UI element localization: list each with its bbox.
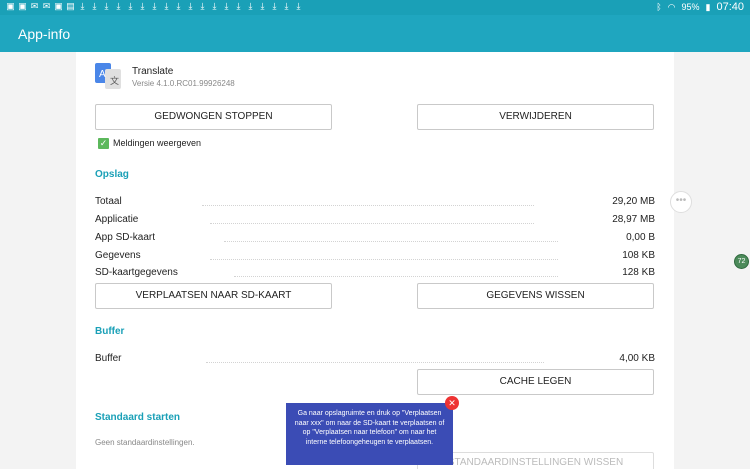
download-icon: ⤓ xyxy=(296,1,301,11)
no-defaults-text: Geen standaardinstellingen. xyxy=(95,438,195,447)
system-status: ᛒ ◠ 95% ▮ 07:40 xyxy=(656,1,744,13)
clock: 07:40 xyxy=(716,1,744,13)
storage-total-label: Totaal xyxy=(95,196,122,207)
mail-icon: ✉ xyxy=(30,1,39,11)
wifi-icon: ◠ xyxy=(667,1,676,12)
notification-icons: ▣ ▣ ✉ ✉ ▣ ▤ ⤓ ⤓ ⤓ ⤓ ⤓ ⤓ ⤓ ⤓ ⤓ ⤓ ⤓ ⤓ ⤓ ⤓ … xyxy=(6,2,303,11)
download-icon: ⤓ xyxy=(80,1,85,11)
download-icon: ⤓ xyxy=(212,1,217,11)
battery-icon: ▮ xyxy=(705,1,711,12)
row-leader xyxy=(202,205,534,206)
storage-total-value: 29,20 MB xyxy=(612,196,655,207)
download-icon: ⤓ xyxy=(152,1,157,11)
storage-sd-data-value: 128 KB xyxy=(622,267,655,278)
force-stop-button[interactable]: GEDWONGEN STOPPEN xyxy=(95,104,332,130)
message-icon: ▤ xyxy=(66,1,75,11)
download-icon: ⤓ xyxy=(284,1,289,11)
status-bar: ▣ ▣ ✉ ✉ ▣ ▤ ⤓ ⤓ ⤓ ⤓ ⤓ ⤓ ⤓ ⤓ ⤓ ⤓ ⤓ ⤓ ⤓ ⤓ … xyxy=(0,0,750,15)
storage-data-label: Gegevens xyxy=(95,250,141,261)
download-icon: ⤓ xyxy=(164,1,169,11)
download-icon: ⤓ xyxy=(116,1,121,11)
battery-level: 95% xyxy=(681,2,700,12)
storage-app-sd-value: 0,00 B xyxy=(626,232,655,243)
row-leader xyxy=(234,276,558,277)
download-icon: ⤓ xyxy=(104,1,109,11)
clear-cache-button[interactable]: CACHE LEGEN xyxy=(417,369,654,395)
translate-app-icon: A 文 xyxy=(95,63,121,89)
storage-app-sd-label: App SD-kaart xyxy=(95,232,156,243)
storage-sd-data-label: SD-kaartgegevens xyxy=(95,267,178,278)
storage-section-title: Opslag xyxy=(95,169,129,180)
uninstall-button[interactable]: VERWIJDEREN xyxy=(417,104,654,130)
row-leader xyxy=(210,223,534,224)
page-title: App-info xyxy=(18,26,71,42)
download-icon: ⤓ xyxy=(248,1,253,11)
clear-data-button[interactable]: GEGEVENS WISSEN xyxy=(417,283,654,309)
cache-section-title: Buffer xyxy=(95,326,125,337)
help-tooltip: Ga naar opslagruimte en druk op "Verplaa… xyxy=(286,403,453,465)
download-icon: ⤓ xyxy=(140,1,145,11)
cache-label: Buffer xyxy=(95,353,122,364)
download-icon: ⤓ xyxy=(200,1,205,11)
gallery-icon: ▣ xyxy=(6,1,15,11)
notifications-checkbox[interactable]: ✓ xyxy=(98,138,109,149)
row-leader xyxy=(224,241,558,242)
download-icon: ⤓ xyxy=(236,1,241,11)
mail-icon: ✉ xyxy=(42,1,51,11)
image-icon: ▣ xyxy=(18,1,27,11)
tooltip-text: Ga naar opslagruimte en druk op "Verplaa… xyxy=(294,410,445,446)
storage-app-value: 28,97 MB xyxy=(612,214,655,225)
app-bar: App-info xyxy=(0,15,750,52)
svg-text:文: 文 xyxy=(110,75,119,86)
bluetooth-icon: ᛒ xyxy=(656,2,662,12)
download-icon: ⤓ xyxy=(272,1,277,11)
download-icon: ⤓ xyxy=(92,1,97,11)
move-to-sd-button[interactable]: VERPLAATSEN NAAR SD-KAART xyxy=(95,283,332,309)
row-leader xyxy=(210,259,558,260)
app-name: Translate xyxy=(132,66,174,77)
download-icon: ⤓ xyxy=(128,1,133,11)
notifications-label: Meldingen weergeven xyxy=(113,138,202,148)
svg-text:A: A xyxy=(99,69,106,80)
storage-app-label: Applicatie xyxy=(95,214,139,225)
app-version: Versie 4.1.0.RC01.99926248 xyxy=(132,79,235,88)
download-icon: ⤓ xyxy=(188,1,193,11)
download-icon: ⤓ xyxy=(176,1,181,11)
defaults-section-title: Standaard starten xyxy=(95,412,181,423)
download-icon: ⤓ xyxy=(224,1,229,11)
more-icon[interactable]: ••• xyxy=(670,191,692,213)
image-icon: ▣ xyxy=(54,1,63,11)
storage-data-value: 108 KB xyxy=(622,250,655,261)
side-badge[interactable]: 72 xyxy=(734,254,749,269)
close-icon[interactable]: ✕ xyxy=(445,396,459,410)
download-icon: ⤓ xyxy=(260,1,265,11)
cache-value: 4,00 KB xyxy=(619,353,655,364)
row-leader xyxy=(206,362,544,363)
